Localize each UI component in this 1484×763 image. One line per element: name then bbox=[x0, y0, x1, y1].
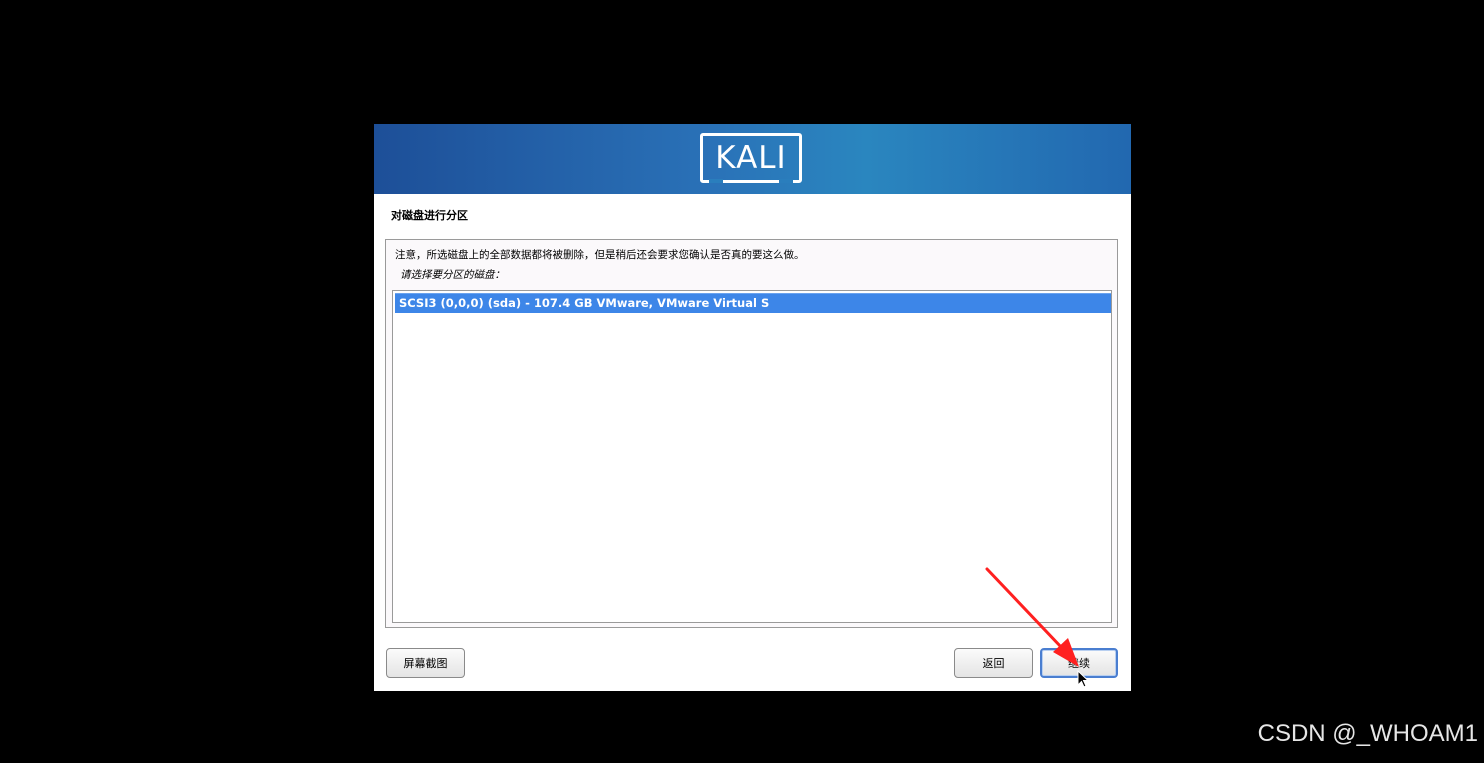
content-frame: 注意，所选磁盘上的全部数据都将被删除，但是稍后还会要求您确认是否真的要这么做。 … bbox=[385, 239, 1118, 628]
disk-list[interactable]: SCSI3 (0,0,0) (sda) - 107.4 GB VMware, V… bbox=[392, 290, 1112, 623]
kali-logo-text: KALI bbox=[715, 140, 787, 176]
kali-banner: KALI bbox=[374, 124, 1131, 194]
mouse-pointer-icon bbox=[1077, 670, 1089, 688]
disk-list-item-sda[interactable]: SCSI3 (0,0,0) (sda) - 107.4 GB VMware, V… bbox=[395, 293, 1111, 313]
disk-select-prompt: 请选择要分区的磁盘： bbox=[400, 269, 505, 281]
screenshot-button[interactable]: 屏幕截图 bbox=[386, 648, 465, 678]
page-title: 对磁盘进行分区 bbox=[391, 209, 468, 222]
back-button[interactable]: 返回 bbox=[954, 648, 1033, 678]
warning-note: 注意，所选磁盘上的全部数据都将被删除，但是稍后还会要求您确认是否真的要这么做。 bbox=[395, 249, 805, 261]
watermark: CSDN @_WHOAM1 bbox=[1257, 720, 1478, 747]
kali-logo: KALI bbox=[700, 133, 802, 183]
installer-window: KALI 对磁盘进行分区 注意，所选磁盘上的全部数据都将被删除，但是稍后还会要求… bbox=[374, 124, 1131, 691]
